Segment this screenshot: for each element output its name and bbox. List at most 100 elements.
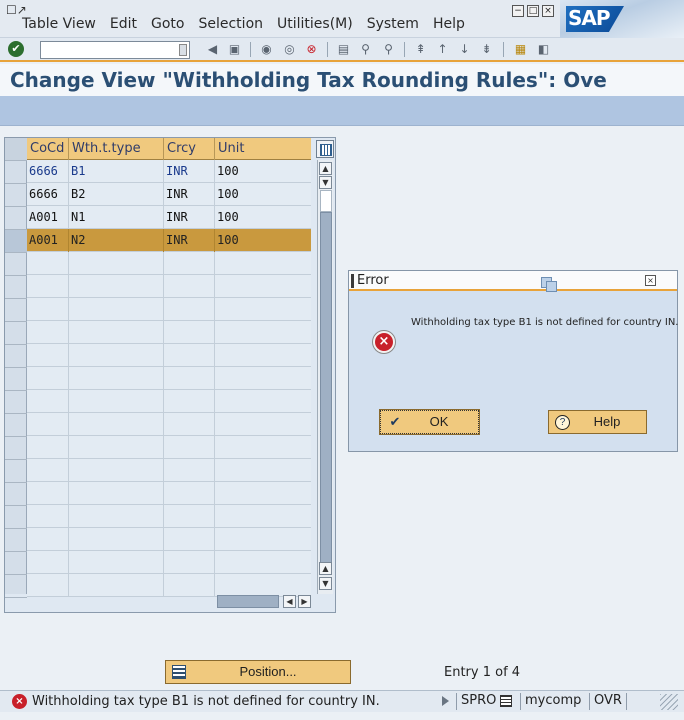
table-row-empty[interactable]: [27, 390, 311, 413]
horizontal-scrollbar-thumb[interactable]: [217, 595, 279, 608]
column-header-wtht-type[interactable]: Wth.t.type: [69, 138, 164, 160]
toolbar-separator: [327, 42, 328, 57]
vertical-scrollbar[interactable]: ▲ ▼ ▲ ▼: [317, 160, 333, 594]
scroll-down-icon[interactable]: ▼: [319, 577, 332, 590]
exit-icon[interactable]: ◎: [281, 41, 298, 58]
restore-icon[interactable]: □: [527, 5, 539, 17]
row-selector[interactable]: [5, 322, 27, 345]
scroll-left-icon[interactable]: ◀: [283, 595, 296, 608]
row-selector[interactable]: [5, 161, 27, 184]
status-message[interactable]: Withholding tax type B1 is not defined f…: [32, 694, 380, 709]
back-triangle-icon[interactable]: ◀: [204, 41, 221, 58]
table-settings-icon[interactable]: [316, 140, 334, 158]
print-icon[interactable]: ▤: [335, 41, 352, 58]
menu-edit[interactable]: Edit: [110, 16, 137, 32]
find-icon[interactable]: ⚲: [357, 41, 374, 58]
scrollbar-thumb[interactable]: [320, 212, 332, 574]
table-row-selected[interactable]: A001 N2 INR 100: [27, 229, 311, 252]
first-page-icon[interactable]: ⇞: [412, 41, 429, 58]
table-row-empty[interactable]: [27, 367, 311, 390]
column-header-unit[interactable]: Unit: [215, 138, 311, 160]
table-row-empty[interactable]: [27, 505, 311, 528]
table-row-empty[interactable]: [27, 459, 311, 482]
scroll-page-up-icon[interactable]: ▼: [319, 176, 332, 189]
menu-selection[interactable]: Selection: [198, 16, 263, 32]
row-selector[interactable]: [5, 207, 27, 230]
column-header-cocd[interactable]: CoCd: [27, 138, 69, 160]
row-selector[interactable]: [5, 575, 27, 598]
help-button[interactable]: ? Help: [548, 410, 647, 434]
table-row-empty[interactable]: [27, 252, 311, 275]
row-selector[interactable]: [5, 391, 27, 414]
row-selector[interactable]: [5, 299, 27, 322]
status-system[interactable]: mycomp: [520, 693, 581, 710]
cell-unit[interactable]: 100: [215, 183, 311, 206]
table-row-empty[interactable]: [27, 344, 311, 367]
menu-system[interactable]: System: [367, 16, 419, 32]
status-expand-icon[interactable]: [442, 696, 449, 706]
cell-unit[interactable]: 100: [215, 160, 311, 183]
enter-check-icon[interactable]: ✔: [8, 41, 24, 57]
next-page-icon[interactable]: ↓: [456, 41, 473, 58]
row-selector[interactable]: [5, 276, 27, 299]
cell-unit[interactable]: 100: [215, 206, 311, 229]
table-row[interactable]: 6666 B2 INR 100: [27, 183, 311, 206]
column-header-crcy[interactable]: Crcy: [164, 138, 215, 160]
save-icon[interactable]: ▣: [226, 41, 243, 58]
command-field[interactable]: [40, 41, 190, 59]
row-selector[interactable]: [5, 368, 27, 391]
status-transaction[interactable]: SPRO: [456, 693, 496, 710]
command-field-dropdown-icon[interactable]: [179, 44, 187, 56]
ok-button[interactable]: ✔ OK: [379, 409, 480, 435]
row-selector[interactable]: [5, 506, 27, 529]
table-row-empty[interactable]: [27, 482, 311, 505]
cell-unit[interactable]: 100: [215, 229, 311, 252]
horizontal-scrollbar[interactable]: ◀ ▶: [217, 595, 317, 609]
table-row[interactable]: A001 N1 INR 100: [27, 206, 311, 229]
menu-utilities[interactable]: Utilities(M): [277, 16, 353, 32]
table-row-empty[interactable]: [27, 275, 311, 298]
menu-goto[interactable]: Goto: [151, 16, 184, 32]
scrollbar-track[interactable]: [320, 190, 332, 212]
position-button[interactable]: Position...: [165, 660, 351, 684]
shortcut-icon[interactable]: ◧: [535, 41, 552, 58]
previous-page-icon[interactable]: ↑: [434, 41, 451, 58]
table-row-empty[interactable]: [27, 551, 311, 574]
back-icon[interactable]: ◉: [258, 41, 275, 58]
row-selector[interactable]: [5, 483, 27, 506]
create-session-icon[interactable]: ▦: [512, 41, 529, 58]
menu-table-view[interactable]: Table View: [22, 16, 96, 32]
row-selector[interactable]: [5, 184, 27, 207]
close-icon[interactable]: ×: [542, 5, 554, 17]
table-row-empty[interactable]: [27, 574, 311, 597]
row-selector[interactable]: [5, 460, 27, 483]
scroll-right-icon[interactable]: ▶: [298, 595, 311, 608]
table-row-empty[interactable]: [27, 528, 311, 551]
scroll-up-icon[interactable]: ▲: [319, 162, 332, 175]
select-all-cell[interactable]: [5, 138, 27, 161]
cancel-icon[interactable]: ⊗: [303, 41, 320, 58]
resize-grip-icon[interactable]: [660, 694, 678, 710]
table-row-empty[interactable]: [27, 298, 311, 321]
dialog-close-icon[interactable]: ×: [645, 275, 656, 286]
row-selector[interactable]: [5, 253, 27, 276]
table-row-empty[interactable]: [27, 321, 311, 344]
table-row[interactable]: 6666 B1 INR 100: [27, 160, 311, 183]
row-selector[interactable]: [5, 345, 27, 368]
dialog-title-bar[interactable]: Error ×: [349, 271, 677, 291]
table-row-empty[interactable]: [27, 413, 311, 436]
menu-icon[interactable]: ☐↗: [6, 3, 27, 17]
row-selector[interactable]: [5, 437, 27, 460]
row-selector[interactable]: [5, 529, 27, 552]
row-selector[interactable]: [5, 414, 27, 437]
minimize-icon[interactable]: −: [512, 5, 524, 17]
scroll-page-down-icon[interactable]: ▲: [319, 562, 332, 575]
status-mode[interactable]: OVR: [589, 693, 622, 710]
menu-help[interactable]: Help: [433, 16, 465, 32]
last-page-icon[interactable]: ⇟: [478, 41, 495, 58]
row-selector[interactable]: [5, 230, 27, 253]
system-info-icon[interactable]: [500, 695, 512, 707]
find-next-icon[interactable]: ⚲: [380, 41, 397, 58]
table-row-empty[interactable]: [27, 436, 311, 459]
row-selector[interactable]: [5, 552, 27, 575]
